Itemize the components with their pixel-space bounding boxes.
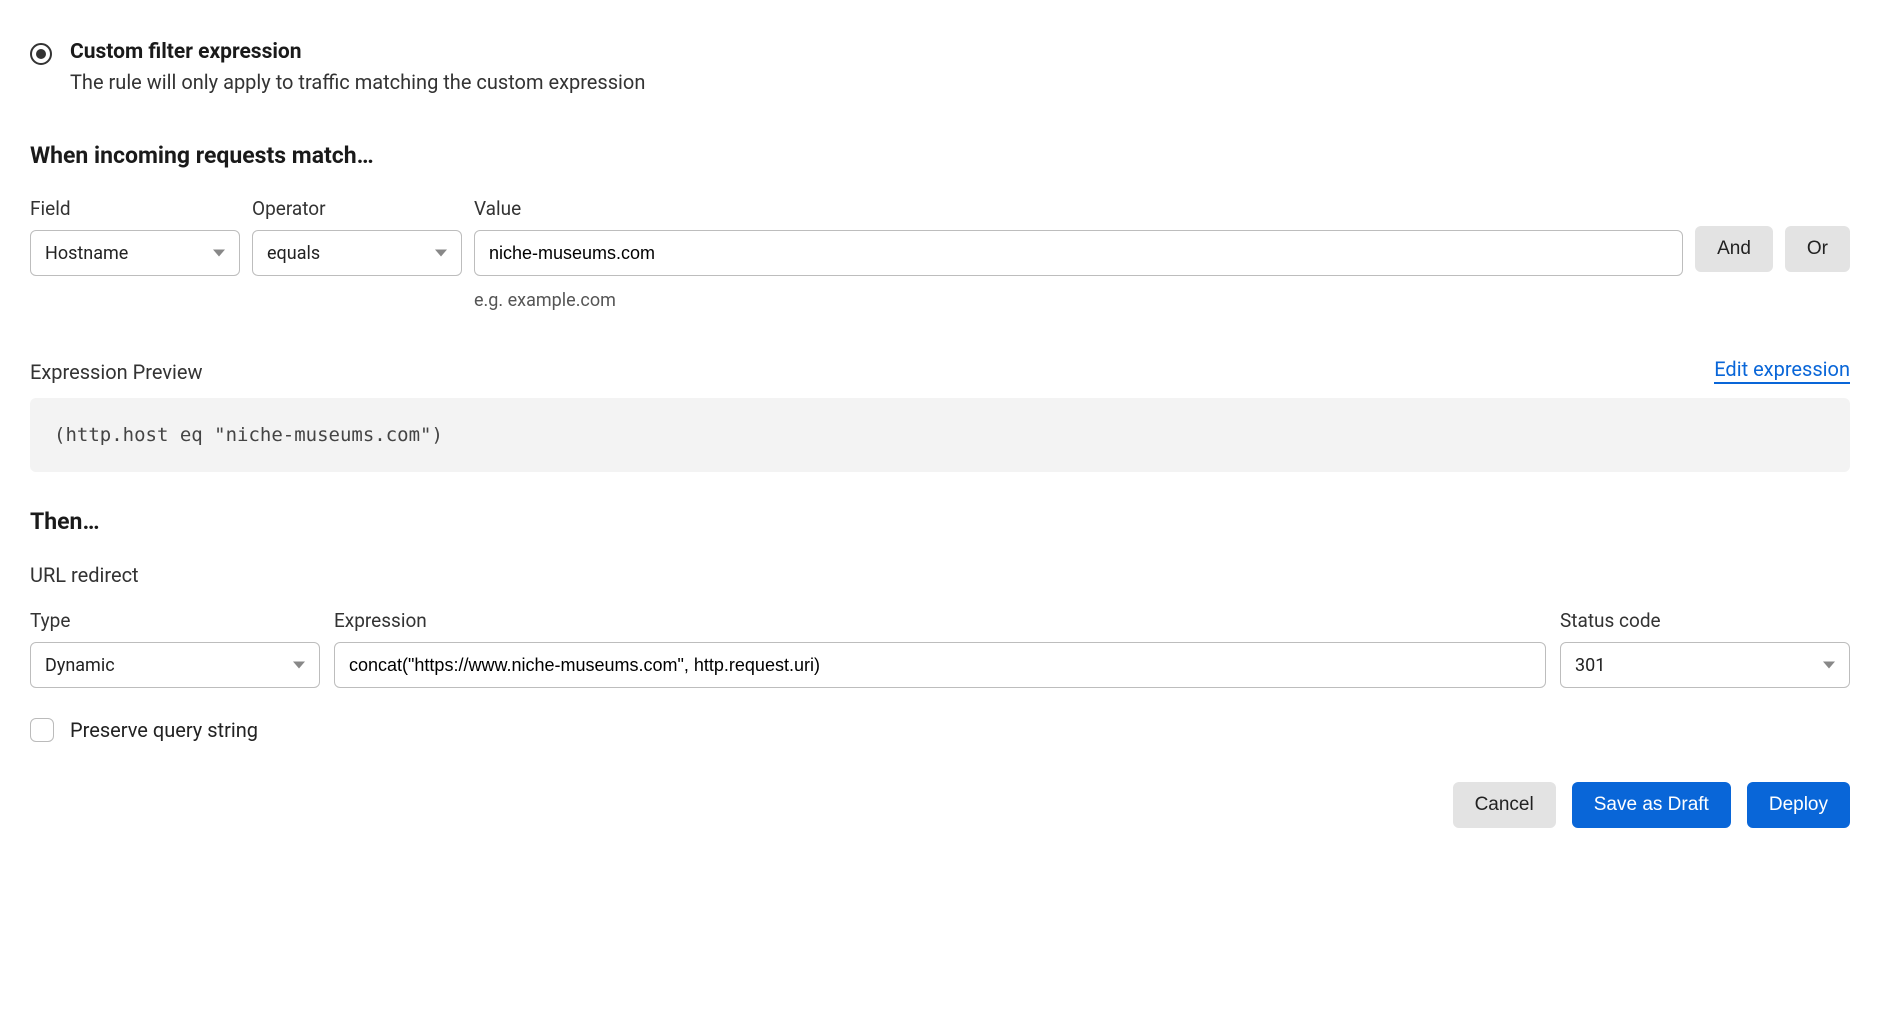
field-label: Field — [30, 197, 240, 220]
operator-select-value: equals — [267, 243, 320, 264]
and-button[interactable]: And — [1695, 226, 1773, 272]
edit-expression-link[interactable]: Edit expression — [1714, 357, 1850, 384]
match-heading: When incoming requests match… — [30, 142, 1850, 169]
expression-label: Expression — [334, 609, 1546, 632]
status-code-value: 301 — [1575, 655, 1605, 676]
operator-label: Operator — [252, 197, 462, 220]
chevron-down-icon — [293, 662, 305, 669]
type-select-value: Dynamic — [45, 655, 115, 676]
url-redirect-subheading: URL redirect — [30, 563, 1850, 587]
cancel-button[interactable]: Cancel — [1453, 782, 1556, 828]
filter-option-title: Custom filter expression — [70, 40, 645, 64]
field-select-value: Hostname — [45, 243, 128, 264]
preserve-query-string-label: Preserve query string — [70, 718, 258, 742]
type-select[interactable]: Dynamic — [30, 642, 320, 688]
deploy-button[interactable]: Deploy — [1747, 782, 1850, 828]
save-as-draft-button[interactable]: Save as Draft — [1572, 782, 1731, 828]
filter-option-custom[interactable]: Custom filter expression The rule will o… — [30, 40, 1850, 94]
operator-select[interactable]: equals — [252, 230, 462, 276]
type-label: Type — [30, 609, 320, 632]
preserve-query-string-checkbox[interactable] — [30, 718, 54, 742]
chevron-down-icon — [213, 250, 225, 257]
chevron-down-icon — [435, 250, 447, 257]
value-input[interactable] — [474, 230, 1683, 276]
value-hint: e.g. example.com — [474, 290, 1683, 311]
or-button[interactable]: Or — [1785, 226, 1850, 272]
status-code-select[interactable]: 301 — [1560, 642, 1850, 688]
expression-preview-code: (http.host eq "niche-museums.com") — [30, 398, 1850, 472]
filter-option-description: The rule will only apply to traffic matc… — [70, 70, 645, 94]
expression-input[interactable] — [334, 642, 1546, 688]
chevron-down-icon — [1823, 662, 1835, 669]
radio-icon — [30, 43, 52, 65]
field-select[interactable]: Hostname — [30, 230, 240, 276]
status-code-label: Status code — [1560, 609, 1850, 632]
value-label: Value — [474, 197, 1683, 220]
expression-preview-label: Expression Preview — [30, 360, 203, 384]
then-heading: Then… — [30, 508, 1850, 535]
